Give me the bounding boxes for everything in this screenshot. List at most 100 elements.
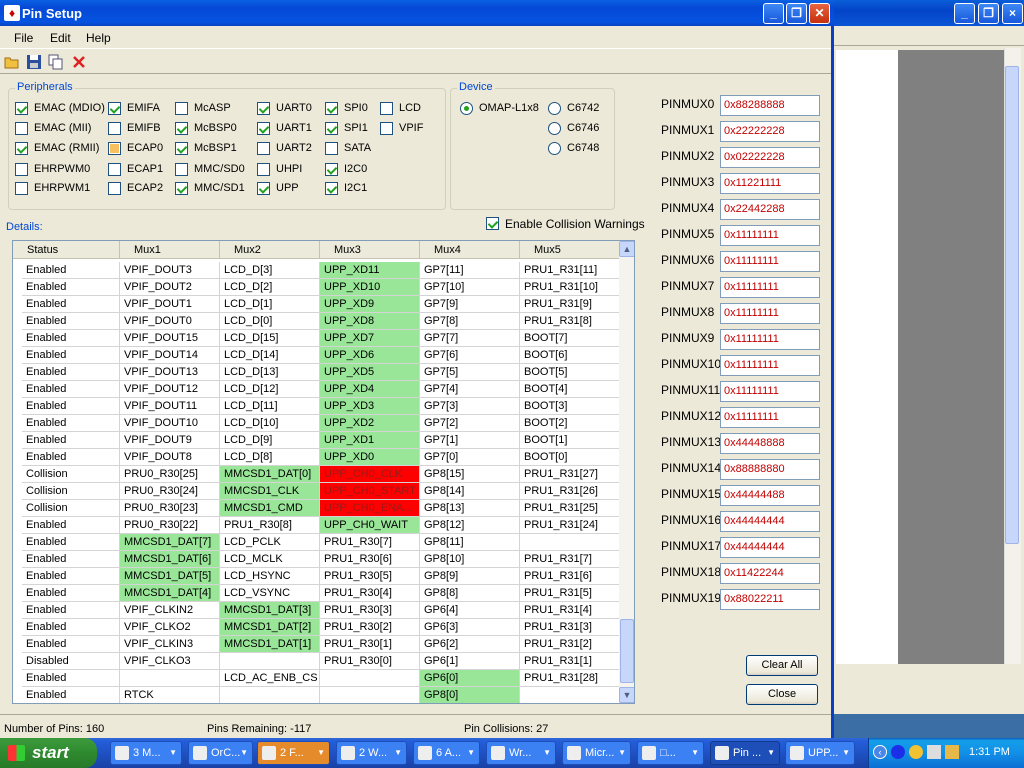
mux5-cell[interactable]: PRU1_R31[3] <box>520 619 620 636</box>
mux5-cell[interactable]: PRU1_R31[1] <box>520 653 620 670</box>
taskbar-task[interactable]: 2 F... ▼ <box>257 741 330 765</box>
pinmux-value-field[interactable]: 0x88288888 <box>720 95 820 116</box>
mux3-cell[interactable]: PRU1_R30[4] <box>320 585 420 602</box>
open-icon[interactable] <box>4 54 20 70</box>
mux3-cell[interactable]: UPP_XD7 <box>320 330 420 347</box>
mux4-cell[interactable]: GP7[4] <box>420 381 520 398</box>
mux1-cell[interactable]: VPIF_DOUT2 <box>120 279 220 296</box>
mux4-cell[interactable]: GP7[8] <box>420 313 520 330</box>
mux1-cell[interactable]: VPIF_DOUT15 <box>120 330 220 347</box>
menu-edit[interactable]: Edit <box>50 31 71 45</box>
status-cell[interactable]: Enabled <box>22 313 120 330</box>
mux5-cell[interactable]: PRU1_R31[10] <box>520 279 620 296</box>
mux2-cell[interactable]: LCD_PCLK <box>220 534 320 551</box>
checkbox-box[interactable] <box>15 142 28 155</box>
radio-dot[interactable] <box>548 142 561 155</box>
bg-minimize-button[interactable]: _ <box>954 3 975 24</box>
checkbox-box[interactable] <box>108 102 121 115</box>
pinmux-value-field[interactable]: 0x11111111 <box>720 225 820 246</box>
mux3-cell[interactable]: UPP_XD6 <box>320 347 420 364</box>
checkbox-box[interactable] <box>175 122 188 135</box>
copy-icon[interactable] <box>48 54 64 70</box>
status-cell[interactable]: Enabled <box>22 670 120 687</box>
mux2-cell[interactable]: LCD_D[8] <box>220 449 320 466</box>
tray-clock-icon[interactable] <box>909 745 923 759</box>
status-cell[interactable]: Enabled <box>22 347 120 364</box>
status-cell[interactable]: Enabled <box>22 330 120 347</box>
mux4-cell[interactable]: GP6[2] <box>420 636 520 653</box>
taskbar-task[interactable]: 3 M... ▼ <box>110 741 182 765</box>
status-cell[interactable]: Enabled <box>22 602 120 619</box>
checkbox-box[interactable] <box>325 142 338 155</box>
status-cell[interactable]: Enabled <box>22 449 120 466</box>
grid-vertical-scrollbar[interactable]: ▲ ▼ <box>619 241 634 703</box>
mux2-cell[interactable]: PRU1_R30[8] <box>220 517 320 534</box>
mux5-cell[interactable]: PRU1_R31[25] <box>520 500 620 517</box>
tray-app-icon[interactable] <box>891 745 905 759</box>
checkbox-box[interactable] <box>380 102 393 115</box>
pinmux-value-field[interactable]: 0x11111111 <box>720 407 820 428</box>
column-header-mux5[interactable]: Mux5 <box>520 241 620 259</box>
mux3-cell[interactable]: UPP_CH0_WAIT <box>320 517 420 534</box>
menu-help[interactable]: Help <box>86 31 111 45</box>
mux2-cell[interactable]: LCD_D[12] <box>220 381 320 398</box>
mux1-cell[interactable]: MMCSD1_DAT[4] <box>120 585 220 602</box>
mux2-cell[interactable]: LCD_MCLK <box>220 551 320 568</box>
mux1-cell[interactable]: VPIF_DOUT12 <box>120 381 220 398</box>
radio-dot[interactable] <box>548 122 561 135</box>
mux2-cell[interactable]: MMCSD1_CMD <box>220 500 320 517</box>
mux2-cell[interactable]: MMCSD1_DAT[1] <box>220 636 320 653</box>
status-cell[interactable]: Collision <box>22 466 120 483</box>
mux2-cell[interactable] <box>220 687 320 703</box>
pinmux-value-field[interactable]: 0x11111111 <box>720 329 820 350</box>
pinmux-value-field[interactable]: 0x22442288 <box>720 199 820 220</box>
mux5-cell[interactable] <box>520 687 620 703</box>
status-cell[interactable]: Enabled <box>22 585 120 602</box>
checkbox-box[interactable] <box>108 122 121 135</box>
mux2-cell[interactable]: MMCSD1_DAT[0] <box>220 466 320 483</box>
checkbox-box[interactable] <box>15 182 28 195</box>
mux2-cell[interactable]: LCD_D[3] <box>220 262 320 279</box>
status-cell[interactable]: Enabled <box>22 364 120 381</box>
mux5-cell[interactable]: PRU1_R31[9] <box>520 296 620 313</box>
mux1-cell[interactable]: MMCSD1_DAT[5] <box>120 568 220 585</box>
mux1-cell[interactable]: RTCK <box>120 687 220 703</box>
mux3-cell[interactable]: UPP_XD11 <box>320 262 420 279</box>
mux4-cell[interactable]: GP7[1] <box>420 432 520 449</box>
mux4-cell[interactable]: GP8[15] <box>420 466 520 483</box>
mux2-cell[interactable]: LCD_D[13] <box>220 364 320 381</box>
mux3-cell[interactable]: UPP_CH0_START <box>320 483 420 500</box>
mux1-cell[interactable]: PRU0_R30[24] <box>120 483 220 500</box>
mux1-cell[interactable]: MMCSD1_DAT[7] <box>120 534 220 551</box>
taskbar-task[interactable]: 6 A... ▼ <box>413 741 480 765</box>
mux1-cell[interactable]: VPIF_DOUT8 <box>120 449 220 466</box>
checkbox-box[interactable] <box>325 163 338 176</box>
status-cell[interactable]: Collision <box>22 500 120 517</box>
status-cell[interactable]: Enabled <box>22 636 120 653</box>
pinmux-value-field[interactable]: 0x11221111 <box>720 173 820 194</box>
mux1-cell[interactable]: VPIF_DOUT9 <box>120 432 220 449</box>
mux3-cell[interactable] <box>320 670 420 687</box>
mux4-cell[interactable]: GP7[10] <box>420 279 520 296</box>
mux1-cell[interactable]: VPIF_CLKIN2 <box>120 602 220 619</box>
mux4-cell[interactable]: GP7[6] <box>420 347 520 364</box>
checkbox-box[interactable] <box>257 182 270 195</box>
mux1-cell[interactable]: PRU0_R30[23] <box>120 500 220 517</box>
pinmux-value-field[interactable]: 0x44444488 <box>720 485 820 506</box>
checkbox-box[interactable] <box>486 217 499 230</box>
mux1-cell[interactable]: VPIF_DOUT1 <box>120 296 220 313</box>
mux3-cell[interactable] <box>320 687 420 703</box>
pinmux-value-field[interactable]: 0x02222228 <box>720 147 820 168</box>
mux2-cell[interactable]: LCD_D[10] <box>220 415 320 432</box>
checkbox-box[interactable] <box>257 142 270 155</box>
mux4-cell[interactable]: GP6[1] <box>420 653 520 670</box>
status-cell[interactable]: Enabled <box>22 534 120 551</box>
status-cell[interactable]: Enabled <box>22 551 120 568</box>
pinmux-value-field[interactable]: 0x44448888 <box>720 433 820 454</box>
mux1-cell[interactable]: VPIF_DOUT0 <box>120 313 220 330</box>
mux1-cell[interactable]: VPIF_DOUT3 <box>120 262 220 279</box>
tray-expand-icon[interactable]: ‹ <box>873 745 887 759</box>
mux2-cell[interactable]: LCD_VSYNC <box>220 585 320 602</box>
checkbox-box[interactable] <box>325 102 338 115</box>
checkbox-box[interactable] <box>108 142 121 155</box>
